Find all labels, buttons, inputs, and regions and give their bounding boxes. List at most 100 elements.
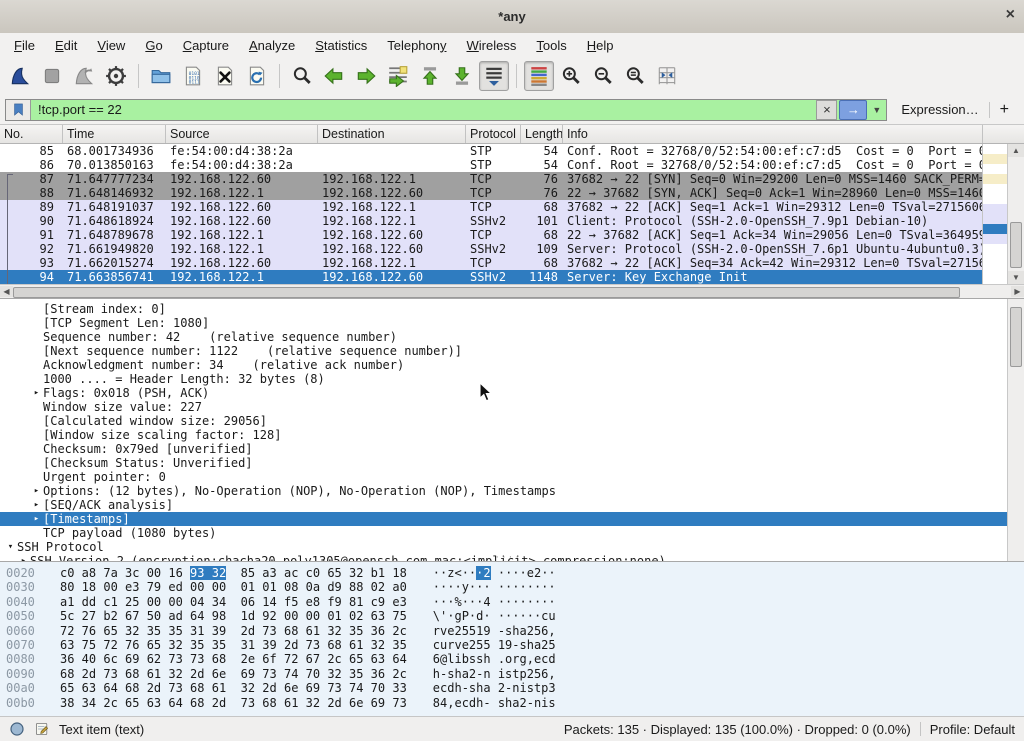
packet-cell-length[interactable]: 1148 [521, 270, 563, 284]
packet-cell-destination[interactable] [318, 158, 466, 172]
hex-row-00b0[interactable]: 00b038 34 2c 65 63 64 68 2d 73 68 61 32 … [0, 696, 1024, 710]
detail-line[interactable]: Urgent pointer: 0 [0, 470, 1024, 484]
menu-help[interactable]: Help [577, 35, 624, 56]
packet-row-91[interactable]: 9171.648789678192.168.122.1192.168.122.6… [0, 228, 983, 242]
go-forward-button[interactable] [351, 61, 381, 91]
packet-cell-source[interactable]: 192.168.122.60 [166, 214, 318, 228]
go-back-button[interactable] [319, 61, 349, 91]
detail-line[interactable]: ▸[SEQ/ACK analysis] [0, 498, 1024, 512]
packet-cell-source[interactable]: 192.168.122.1 [166, 228, 318, 242]
display-filter-field[interactable]: !tcp.port == 22 × → ▼ [5, 99, 887, 121]
packet-cell-length[interactable]: 101 [521, 214, 563, 228]
hex-row-0020[interactable]: 0020c0 a8 7a 3c 00 16 93 32 85 a3 ac c0 … [0, 566, 1024, 580]
hex-bytes[interactable]: 36 40 6c 69 62 73 73 68 2e 6f 72 67 2c 6… [60, 652, 407, 666]
packet-cell-info[interactable]: Server: Protocol (SSH-2.0-OpenSSH_7.6p1 … [563, 242, 983, 256]
detail-line[interactable]: Window size value: 227 [0, 400, 1024, 414]
packet-cell-source[interactable]: fe:54:00:d4:38:2a [166, 158, 318, 172]
hex-row-0030[interactable]: 003080 18 00 e3 79 ed 00 00 01 01 08 0a … [0, 580, 1024, 594]
hex-ascii[interactable]: rve25519 -sha256, [433, 624, 556, 638]
packet-cell-info[interactable]: Conf. Root = 32768/0/52:54:00:ef:c7:d5 C… [563, 144, 983, 158]
hex-ascii[interactable]: ··z<···2 ····e2·· [433, 566, 556, 580]
hex-row-0090[interactable]: 009068 2d 73 68 61 32 2d 6e 69 73 74 70 … [0, 667, 1024, 681]
hex-row-0070[interactable]: 007063 75 72 76 65 32 35 35 31 39 2d 73 … [0, 638, 1024, 652]
packet-cell-info[interactable]: 22 → 37682 [SYN, ACK] Seq=0 Ack=1 Win=28… [563, 186, 983, 200]
packet-cell-no[interactable]: 85 [0, 144, 63, 158]
packet-cell-source[interactable]: fe:54:00:d4:38:2a [166, 144, 318, 158]
packet-cell-protocol[interactable]: STP [466, 144, 521, 158]
packet-cell-protocol[interactable]: SSHv2 [466, 270, 521, 284]
hex-row-00a0[interactable]: 00a065 63 64 68 2d 73 68 61 32 2d 6e 69 … [0, 681, 1024, 695]
expanded-arrow-icon[interactable]: ▾ [4, 540, 17, 554]
capture-comment-icon[interactable] [34, 721, 50, 737]
go-first-packet-button[interactable] [415, 61, 445, 91]
packet-cell-destination[interactable] [318, 144, 466, 158]
hex-ascii[interactable]: ····y··· ········ [433, 580, 556, 594]
packet-cell-source[interactable]: 192.168.122.60 [166, 200, 318, 214]
details-vscrollbar[interactable] [1007, 299, 1024, 561]
detail-line[interactable]: Sequence number: 42 (relative sequence n… [0, 330, 1024, 344]
column-header-time[interactable]: Time [63, 125, 166, 143]
menu-go[interactable]: Go [135, 35, 172, 56]
collapsed-arrow-icon[interactable]: ▸ [30, 386, 43, 400]
filter-bookmark-button[interactable] [6, 100, 31, 120]
packet-cell-destination[interactable]: 192.168.122.1 [318, 172, 466, 186]
menu-tools[interactable]: Tools [526, 35, 576, 56]
close-icon[interactable]: × [1006, 7, 1015, 23]
packet-cell-info[interactable]: Server: Key Exchange Init [563, 270, 983, 284]
detail-line[interactable]: Checksum: 0x79ed [unverified] [0, 442, 1024, 456]
scrollbar-thumb[interactable] [1010, 307, 1022, 367]
packet-cell-source[interactable]: 192.168.122.1 [166, 186, 318, 200]
packet-cell-time[interactable]: 71.648789678 [63, 228, 166, 242]
scrollbar-thumb[interactable] [13, 287, 960, 298]
packet-cell-destination[interactable]: 192.168.122.1 [318, 200, 466, 214]
packet-row-87[interactable]: 8771.647777234192.168.122.60192.168.122.… [0, 172, 983, 186]
packet-cell-info[interactable]: 37682 → 22 [SYN] Seq=0 Win=29200 Len=0 M… [563, 172, 983, 186]
hex-bytes[interactable]: 65 63 64 68 2d 73 68 61 32 2d 6e 69 73 7… [60, 681, 407, 695]
go-last-packet-button[interactable] [447, 61, 477, 91]
packet-cell-time[interactable]: 71.647777234 [63, 172, 166, 186]
hex-row-0040[interactable]: 0040a1 dd c1 25 00 00 04 34 06 14 f5 e8 … [0, 595, 1024, 609]
packet-cell-protocol[interactable]: TCP [466, 256, 521, 270]
packet-cell-destination[interactable]: 192.168.122.60 [318, 242, 466, 256]
packet-cell-source[interactable]: 192.168.122.1 [166, 270, 318, 284]
scrollbar-thumb[interactable] [1010, 222, 1022, 268]
packet-cell-protocol[interactable]: SSHv2 [466, 242, 521, 256]
packet-row-86[interactable]: 8670.013850163fe:54:00:d4:38:2aSTP54Conf… [0, 158, 983, 172]
packet-cell-destination[interactable]: 192.168.122.1 [318, 214, 466, 228]
packet-list-vscrollbar[interactable]: ▲ ▼ [1007, 144, 1024, 284]
filter-history-dropdown[interactable]: ▼ [867, 105, 886, 115]
filter-clear-button[interactable]: × [816, 100, 837, 120]
menu-capture[interactable]: Capture [173, 35, 239, 56]
packet-cell-time[interactable]: 71.662015274 [63, 256, 166, 270]
resize-columns-button[interactable] [652, 61, 682, 91]
menu-edit[interactable]: Edit [45, 35, 87, 56]
expression-button[interactable]: Expression… [887, 102, 988, 117]
detail-line[interactable]: TCP payload (1080 bytes) [0, 526, 1024, 540]
hex-bytes[interactable]: 68 2d 73 68 61 32 2d 6e 69 73 74 70 32 3… [60, 667, 407, 681]
scroll-right-icon[interactable]: ▶ [1011, 286, 1024, 297]
menu-telephony[interactable]: Telephony [377, 35, 456, 56]
packet-cell-time[interactable]: 71.661949820 [63, 242, 166, 256]
packet-cell-destination[interactable]: 192.168.122.60 [318, 228, 466, 242]
detail-line[interactable]: ▸Options: (12 bytes), No-Operation (NOP)… [0, 484, 1024, 498]
packet-cell-time[interactable]: 70.013850163 [63, 158, 166, 172]
hex-bytes[interactable]: a1 dd c1 25 00 00 04 34 06 14 f5 e8 f9 8… [60, 595, 407, 609]
packet-cell-destination[interactable]: 192.168.122.60 [318, 270, 466, 284]
packet-cell-time[interactable]: 71.648191037 [63, 200, 166, 214]
detail-line[interactable]: ▸Flags: 0x018 (PSH, ACK) [0, 386, 1024, 400]
start-capture-button[interactable] [5, 61, 35, 91]
column-header-info[interactable]: Info [563, 125, 983, 143]
menu-file[interactable]: File [4, 35, 45, 56]
auto-scroll-button[interactable] [479, 61, 509, 91]
title-bar[interactable]: *any × [0, 0, 1024, 34]
save-capture-file-button[interactable]: 010101100111 [178, 61, 208, 91]
packet-cell-source[interactable]: 192.168.122.1 [166, 242, 318, 256]
detail-line[interactable]: ▸[Timestamps] [0, 512, 1024, 526]
packet-cell-source[interactable]: 192.168.122.60 [166, 172, 318, 186]
zoom-out-button[interactable] [588, 61, 618, 91]
display-filter-input[interactable]: !tcp.port == 22 [31, 102, 816, 117]
go-to-packet-button[interactable] [383, 61, 413, 91]
menu-view[interactable]: View [87, 35, 135, 56]
detail-line[interactable]: Acknowledgment number: 34 (relative ack … [0, 358, 1024, 372]
packet-list-hscrollbar[interactable]: ◀ ▶ [0, 284, 1024, 298]
